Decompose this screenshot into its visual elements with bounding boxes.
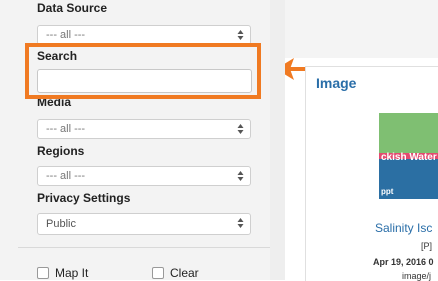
map-it-label: Map It (55, 266, 89, 280)
result-type: [P] (421, 241, 433, 251)
thumbnail-title: ckish Water (381, 152, 437, 163)
clear-checkbox[interactable]: Clear (152, 266, 199, 280)
privacy-settings-value: Public (46, 218, 76, 230)
media-value: --- all --- (46, 123, 86, 135)
checkbox-icon[interactable] (37, 267, 49, 279)
regions-select[interactable]: --- all --- (37, 166, 251, 186)
media-select[interactable]: --- all --- (37, 119, 251, 139)
data-source-label: Data Source (37, 1, 108, 15)
results-heading: Image (316, 75, 357, 91)
clear-label: Clear (170, 266, 199, 280)
result-title-link[interactable]: Salinity Isc (375, 221, 432, 235)
regions-label: Regions (37, 144, 85, 158)
panel-gutter (270, 0, 285, 280)
select-arrows-icon (237, 30, 244, 40)
select-arrows-icon (237, 171, 244, 181)
map-it-checkbox[interactable]: Map It (37, 266, 88, 280)
privacy-settings-label: Privacy Settings (37, 191, 131, 205)
results-header-area (285, 0, 438, 58)
select-arrows-icon (237, 124, 244, 134)
privacy-settings-select[interactable]: Public (37, 213, 251, 235)
sidebar-divider (18, 247, 270, 248)
thumbnail-ppt-label: ppt (381, 187, 394, 196)
thumbnail-band (379, 113, 438, 153)
data-source-select[interactable]: --- all --- (37, 25, 251, 45)
data-source-value: --- all --- (46, 29, 86, 41)
result-date: Apr 19, 2016 0 (373, 257, 434, 267)
checkbox-icon[interactable] (152, 267, 164, 279)
result-thumbnail[interactable]: ckish Water ppt (379, 113, 438, 199)
search-highlight-box (25, 43, 261, 99)
select-arrows-icon (237, 218, 244, 228)
regions-value: --- all --- (46, 170, 86, 182)
